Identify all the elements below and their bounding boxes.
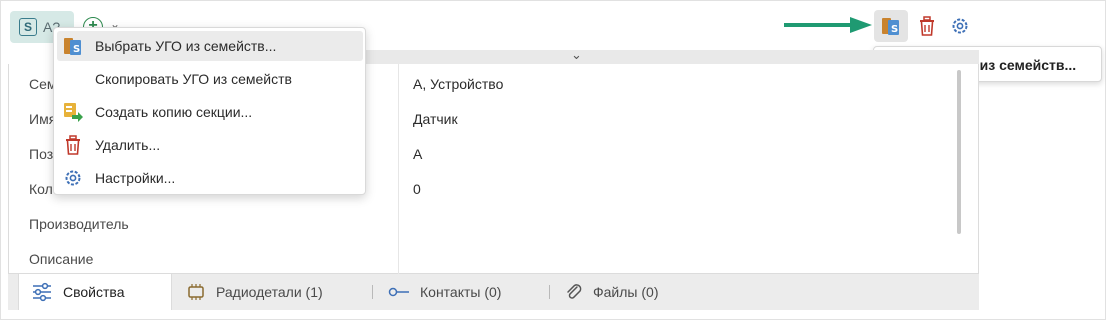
chip-icon: [188, 284, 204, 300]
menu-item-delete[interactable]: Удалить...: [57, 130, 363, 160]
prop-label-description: Описание: [29, 251, 94, 267]
menu-item-label: Скопировать УГО из семейств: [95, 71, 292, 87]
prop-label-manufacturer: Производитель: [29, 216, 129, 232]
tab-properties-label: Свойства: [63, 284, 125, 300]
tab-radiodetails-label: Радиодетали (1): [216, 284, 323, 300]
paperclip-icon: [567, 284, 582, 299]
select-ugo-button[interactable]: S: [874, 10, 908, 42]
prop-value-family[interactable]: А, Устройство: [413, 76, 503, 92]
sliders-icon: [33, 282, 51, 302]
menu-item-label: Выбрать УГО из семейств...: [95, 38, 277, 54]
delete-icon: [920, 16, 934, 36]
tab-bar: Свойства Радиодетали (1) Контакты (0) Фа…: [8, 274, 979, 310]
context-menu: S Выбрать УГО из семейств... Скопировать…: [53, 27, 366, 195]
prop-value-position[interactable]: А: [413, 146, 422, 162]
tab-separator: [549, 285, 550, 299]
tab-contacts-label: Контакты (0): [420, 284, 502, 300]
select-ugo-icon: S: [882, 18, 899, 35]
tab-radiodetails[interactable]: Радиодетали (1): [186, 274, 323, 310]
tab-contacts[interactable]: Контакты (0): [388, 274, 501, 310]
prop-label-position: Поз: [29, 146, 54, 162]
menu-item-settings[interactable]: Настройки...: [57, 163, 363, 193]
tab-files-label: Файлы (0): [593, 284, 659, 300]
copy-section-icon: [64, 103, 83, 122]
menu-item-copy-section[interactable]: Создать копию секции...: [57, 97, 363, 127]
vertical-scrollbar[interactable]: [957, 70, 961, 234]
tab-files[interactable]: Файлы (0): [565, 274, 658, 310]
column-divider: [398, 64, 399, 274]
menu-item-select-ugo[interactable]: S Выбрать УГО из семейств...: [57, 31, 363, 61]
delete-icon: [66, 135, 80, 155]
prop-value-name[interactable]: Датчик: [413, 111, 458, 127]
svg-text:S: S: [73, 44, 80, 55]
tab-separator: [372, 285, 373, 299]
menu-item-copy-ugo[interactable]: Скопировать УГО из семейств: [57, 64, 363, 94]
prop-label-quantity: Кол: [29, 181, 53, 197]
settings-icon: [65, 170, 81, 186]
arrow-annotation-icon: [784, 17, 872, 33]
menu-item-label: Настройки...: [95, 170, 176, 186]
delete-button[interactable]: [910, 10, 944, 42]
collapse-bar[interactable]: ⌄: [365, 47, 979, 64]
settings-button[interactable]: [943, 10, 977, 42]
menu-item-label: Создать копию секции...: [95, 104, 253, 120]
contact-icon: [388, 287, 409, 297]
tab-properties[interactable]: Свойства: [18, 274, 172, 310]
select-ugo-icon: S: [64, 38, 81, 55]
menu-item-label: Удалить...: [95, 137, 161, 153]
section-letter-badge: S: [19, 18, 37, 36]
settings-icon: [952, 18, 968, 34]
svg-text:S: S: [891, 24, 898, 35]
prop-value-quantity[interactable]: 0: [413, 181, 421, 197]
chevron-down-icon[interactable]: ⌄: [571, 47, 582, 63]
